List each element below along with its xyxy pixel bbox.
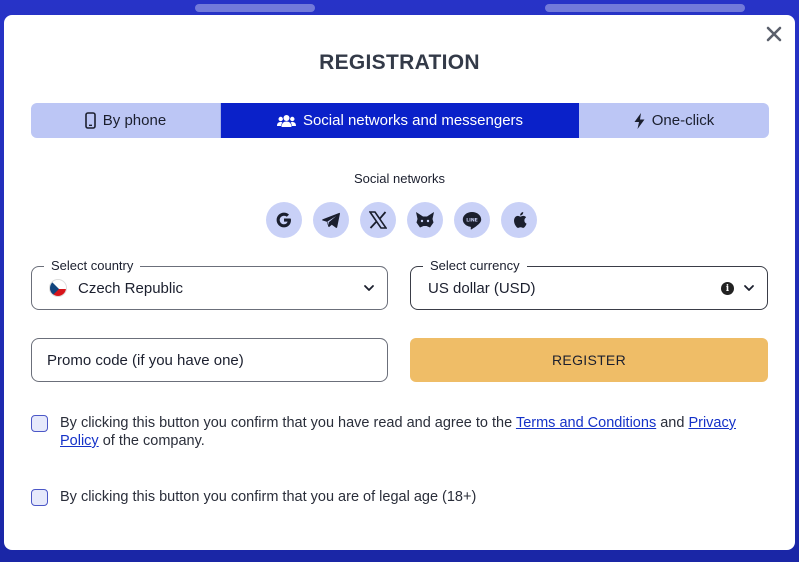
tab-social-networks[interactable]: Social networks and messengers: [221, 103, 579, 138]
currency-select[interactable]: Select currency US dollar (USD) i: [410, 258, 768, 310]
tab-label: By phone: [102, 112, 167, 129]
country-value: Czech Republic: [78, 279, 184, 297]
age-consent-row: By clicking this button you confirm that…: [31, 488, 476, 506]
metamask-login-button[interactable]: [407, 202, 443, 238]
apple-icon: [513, 212, 527, 228]
tab-by-phone[interactable]: By phone: [31, 103, 220, 138]
close-button[interactable]: [763, 23, 785, 45]
users-icon: [276, 114, 296, 127]
apple-login-button[interactable]: [501, 202, 537, 238]
metamask-icon: [416, 212, 434, 228]
x-login-button[interactable]: [360, 202, 396, 238]
tab-one-click[interactable]: One-click: [579, 103, 769, 138]
tab-label: One-click: [651, 112, 715, 129]
terms-consent-text: By clicking this button you confirm that…: [60, 414, 751, 450]
info-icon[interactable]: i: [721, 282, 734, 295]
modal-title: REGISTRATION: [319, 51, 480, 74]
terms-prefix-text: By clicking this button you confirm that…: [60, 415, 516, 431]
terms-consent-row: By clicking this button you confirm that…: [31, 414, 751, 450]
line-login-button[interactable]: LINE: [454, 202, 490, 238]
google-login-button[interactable]: [266, 202, 302, 238]
svg-text:LINE: LINE: [466, 217, 478, 223]
telegram-icon: [322, 212, 340, 228]
chevron-down-icon[interactable]: [743, 282, 755, 294]
backdrop-decoration: [195, 4, 315, 12]
country-select[interactable]: Select country Czech Republic: [31, 258, 388, 310]
tab-label: Social networks and messengers: [302, 112, 524, 129]
register-button[interactable]: REGISTER: [410, 338, 768, 382]
backdrop-decoration: [545, 4, 745, 12]
line-icon: LINE: [462, 211, 482, 229]
terms-suffix-text: of the company.: [98, 433, 205, 449]
age-checkbox[interactable]: [31, 489, 48, 506]
age-consent-text: By clicking this button you confirm that…: [60, 489, 477, 505]
registration-modal: REGISTRATION By phone Social networks an…: [4, 15, 795, 550]
chevron-down-icon[interactable]: [363, 282, 375, 294]
currency-select-label: Select currency: [423, 258, 527, 274]
x-icon: [369, 211, 387, 229]
terms-and-text: and: [656, 415, 689, 431]
google-icon: [276, 212, 291, 228]
close-icon[interactable]: [766, 26, 782, 42]
telegram-login-button[interactable]: [313, 202, 349, 238]
country-select-label: Select country: [44, 258, 141, 274]
currency-value: US dollar (USD): [428, 279, 536, 297]
promo-code-input[interactable]: [31, 338, 388, 382]
terms-checkbox[interactable]: [31, 415, 48, 432]
lightning-icon: [634, 112, 645, 129]
social-networks-label: Social networks: [353, 171, 446, 186]
phone-icon: [84, 112, 96, 129]
registration-method-tabs: By phone Social networks and messengers …: [31, 103, 769, 138]
terms-link[interactable]: Terms and Conditions: [516, 415, 656, 431]
czech-flag-icon: [49, 279, 67, 297]
social-login-row: LINE: [266, 202, 537, 238]
